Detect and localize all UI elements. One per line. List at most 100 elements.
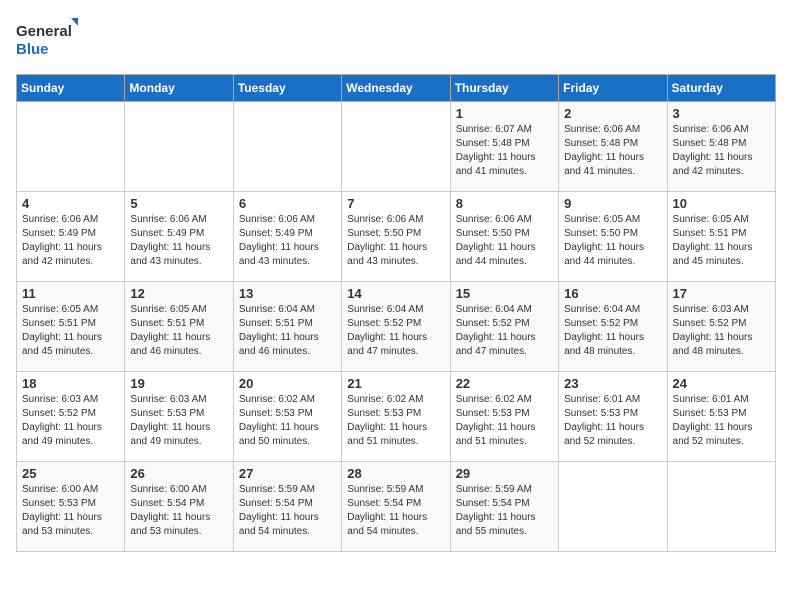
calendar-cell: 20 Sunrise: 6:02 AMSunset: 5:53 PMDayligh… bbox=[233, 372, 341, 462]
day-info: Sunrise: 6:02 AMSunset: 5:53 PMDaylight:… bbox=[239, 393, 336, 449]
calendar-cell: 3 Sunrise: 6:06 AMSunset: 5:48 PMDaylight… bbox=[667, 102, 775, 192]
calendar-cell: 6 Sunrise: 6:06 AMSunset: 5:49 PMDaylight… bbox=[233, 192, 341, 282]
day-number: 7 bbox=[347, 196, 444, 211]
calendar-cell: 4 Sunrise: 6:06 AMSunset: 5:49 PMDaylight… bbox=[17, 192, 125, 282]
day-info: Sunrise: 6:06 AMSunset: 5:49 PMDaylight:… bbox=[130, 213, 227, 269]
day-number: 12 bbox=[130, 286, 227, 301]
day-number: 1 bbox=[456, 106, 553, 121]
day-info: Sunrise: 6:05 AMSunset: 5:51 PMDaylight:… bbox=[130, 303, 227, 359]
calendar-cell: 21 Sunrise: 6:02 AMSunset: 5:53 PMDayligh… bbox=[342, 372, 450, 462]
day-number: 16 bbox=[564, 286, 661, 301]
calendar-cell: 5 Sunrise: 6:06 AMSunset: 5:49 PMDaylight… bbox=[125, 192, 233, 282]
weekday-header-sunday: Sunday bbox=[17, 75, 125, 102]
weekday-header-tuesday: Tuesday bbox=[233, 75, 341, 102]
day-info: Sunrise: 6:06 AMSunset: 5:49 PMDaylight:… bbox=[22, 213, 119, 269]
day-info: Sunrise: 6:04 AMSunset: 5:52 PMDaylight:… bbox=[456, 303, 553, 359]
logo: General Blue bbox=[16, 16, 86, 66]
day-info: Sunrise: 6:00 AMSunset: 5:53 PMDaylight:… bbox=[22, 483, 119, 539]
day-number: 2 bbox=[564, 106, 661, 121]
calendar-cell: 24Sunrise: 6:01 AMSunset: 5:53 PMDayligh… bbox=[667, 372, 775, 462]
day-info: Sunrise: 6:01 AMSunset: 5:53 PMDaylight:… bbox=[564, 393, 661, 449]
day-number: 5 bbox=[130, 196, 227, 211]
day-number: 18 bbox=[22, 376, 119, 391]
day-number: 9 bbox=[564, 196, 661, 211]
day-info: Sunrise: 6:06 AMSunset: 5:48 PMDaylight:… bbox=[564, 123, 661, 179]
calendar-cell: 19 Sunrise: 6:03 AMSunset: 5:53 PMDayligh… bbox=[125, 372, 233, 462]
day-info: Sunrise: 6:05 AMSunset: 5:51 PMDaylight:… bbox=[22, 303, 119, 359]
calendar-cell: 27 Sunrise: 5:59 AMSunset: 5:54 PMDayligh… bbox=[233, 462, 341, 552]
calendar-cell: 17Sunrise: 6:03 AMSunset: 5:52 PMDayligh… bbox=[667, 282, 775, 372]
page-header: General Blue bbox=[16, 16, 776, 66]
day-info: Sunrise: 6:04 AMSunset: 5:52 PMDaylight:… bbox=[347, 303, 444, 359]
calendar-cell: 18 Sunrise: 6:03 AMSunset: 5:52 PMDayligh… bbox=[17, 372, 125, 462]
day-number: 13 bbox=[239, 286, 336, 301]
logo-svg: General Blue bbox=[16, 16, 86, 66]
calendar-cell: 22 Sunrise: 6:02 AMSunset: 5:53 PMDayligh… bbox=[450, 372, 558, 462]
calendar-cell: 2 Sunrise: 6:06 AMSunset: 5:48 PMDaylight… bbox=[559, 102, 667, 192]
day-info: Sunrise: 6:06 AMSunset: 5:50 PMDaylight:… bbox=[347, 213, 444, 269]
calendar-cell bbox=[125, 102, 233, 192]
calendar-cell: 1 Sunrise: 6:07 AMSunset: 5:48 PMDaylight… bbox=[450, 102, 558, 192]
day-info: Sunrise: 6:05 AMSunset: 5:50 PMDaylight:… bbox=[564, 213, 661, 269]
day-info: Sunrise: 6:04 AMSunset: 5:51 PMDaylight:… bbox=[239, 303, 336, 359]
day-number: 11 bbox=[22, 286, 119, 301]
day-info: Sunrise: 6:07 AMSunset: 5:48 PMDaylight:… bbox=[456, 123, 553, 179]
weekday-header-saturday: Saturday bbox=[667, 75, 775, 102]
calendar-cell bbox=[233, 102, 341, 192]
calendar-cell: 26Sunrise: 6:00 AMSunset: 5:54 PMDayligh… bbox=[125, 462, 233, 552]
calendar-cell bbox=[342, 102, 450, 192]
day-info: Sunrise: 5:59 AMSunset: 5:54 PMDaylight:… bbox=[456, 483, 553, 539]
day-info: Sunrise: 6:06 AMSunset: 5:48 PMDaylight:… bbox=[673, 123, 770, 179]
day-info: Sunrise: 6:06 AMSunset: 5:50 PMDaylight:… bbox=[456, 213, 553, 269]
calendar-cell: 29 Sunrise: 5:59 AMSunset: 5:54 PMDayligh… bbox=[450, 462, 558, 552]
day-number: 22 bbox=[456, 376, 553, 391]
day-info: Sunrise: 6:03 AMSunset: 5:53 PMDaylight:… bbox=[130, 393, 227, 449]
calendar-cell: 15 Sunrise: 6:04 AMSunset: 5:52 PMDayligh… bbox=[450, 282, 558, 372]
calendar-cell: 25 Sunrise: 6:00 AMSunset: 5:53 PMDayligh… bbox=[17, 462, 125, 552]
calendar-cell: 11 Sunrise: 6:05 AMSunset: 5:51 PMDayligh… bbox=[17, 282, 125, 372]
day-info: Sunrise: 5:59 AMSunset: 5:54 PMDaylight:… bbox=[239, 483, 336, 539]
day-number: 27 bbox=[239, 466, 336, 481]
day-number: 25 bbox=[22, 466, 119, 481]
calendar-cell bbox=[559, 462, 667, 552]
day-number: 19 bbox=[130, 376, 227, 391]
day-number: 20 bbox=[239, 376, 336, 391]
day-info: Sunrise: 6:04 AMSunset: 5:52 PMDaylight:… bbox=[564, 303, 661, 359]
calendar-cell: 8 Sunrise: 6:06 AMSunset: 5:50 PMDaylight… bbox=[450, 192, 558, 282]
day-info: Sunrise: 6:02 AMSunset: 5:53 PMDaylight:… bbox=[456, 393, 553, 449]
day-number: 29 bbox=[456, 466, 553, 481]
day-info: Sunrise: 6:02 AMSunset: 5:53 PMDaylight:… bbox=[347, 393, 444, 449]
calendar-cell: 14Sunrise: 6:04 AMSunset: 5:52 PMDayligh… bbox=[342, 282, 450, 372]
day-info: Sunrise: 6:05 AMSunset: 5:51 PMDaylight:… bbox=[673, 213, 770, 269]
day-info: Sunrise: 5:59 AMSunset: 5:54 PMDaylight:… bbox=[347, 483, 444, 539]
day-number: 4 bbox=[22, 196, 119, 211]
calendar-table: SundayMondayTuesdayWednesdayThursdayFrid… bbox=[16, 74, 776, 552]
calendar-cell: 23 Sunrise: 6:01 AMSunset: 5:53 PMDayligh… bbox=[559, 372, 667, 462]
day-number: 17 bbox=[673, 286, 770, 301]
calendar-cell: 7 Sunrise: 6:06 AMSunset: 5:50 PMDaylight… bbox=[342, 192, 450, 282]
day-number: 28 bbox=[347, 466, 444, 481]
calendar-cell: 16 Sunrise: 6:04 AMSunset: 5:52 PMDayligh… bbox=[559, 282, 667, 372]
weekday-header-wednesday: Wednesday bbox=[342, 75, 450, 102]
svg-text:Blue: Blue bbox=[16, 41, 49, 58]
svg-text:General: General bbox=[16, 23, 72, 40]
day-number: 8 bbox=[456, 196, 553, 211]
calendar-cell: 10Sunrise: 6:05 AMSunset: 5:51 PMDayligh… bbox=[667, 192, 775, 282]
weekday-header-monday: Monday bbox=[125, 75, 233, 102]
weekday-header-friday: Friday bbox=[559, 75, 667, 102]
weekday-header-thursday: Thursday bbox=[450, 75, 558, 102]
day-number: 6 bbox=[239, 196, 336, 211]
day-info: Sunrise: 6:03 AMSunset: 5:52 PMDaylight:… bbox=[22, 393, 119, 449]
calendar-cell: 28 Sunrise: 5:59 AMSunset: 5:54 PMDayligh… bbox=[342, 462, 450, 552]
calendar-cell: 12 Sunrise: 6:05 AMSunset: 5:51 PMDayligh… bbox=[125, 282, 233, 372]
calendar-cell: 9 Sunrise: 6:05 AMSunset: 5:50 PMDaylight… bbox=[559, 192, 667, 282]
day-number: 23 bbox=[564, 376, 661, 391]
day-info: Sunrise: 6:01 AMSunset: 5:53 PMDaylight:… bbox=[673, 393, 770, 449]
calendar-cell: 13 Sunrise: 6:04 AMSunset: 5:51 PMDayligh… bbox=[233, 282, 341, 372]
day-number: 26 bbox=[130, 466, 227, 481]
day-number: 15 bbox=[456, 286, 553, 301]
calendar-cell bbox=[667, 462, 775, 552]
day-number: 21 bbox=[347, 376, 444, 391]
day-info: Sunrise: 6:06 AMSunset: 5:49 PMDaylight:… bbox=[239, 213, 336, 269]
day-number: 3 bbox=[673, 106, 770, 121]
